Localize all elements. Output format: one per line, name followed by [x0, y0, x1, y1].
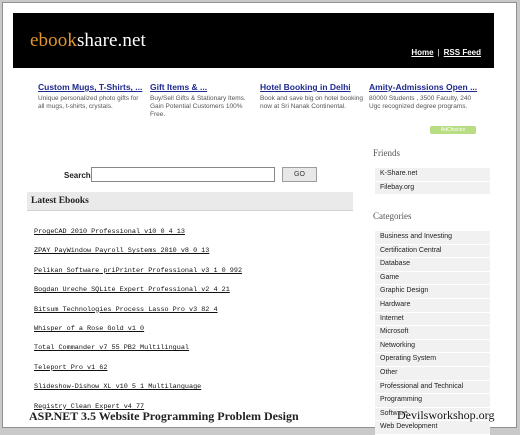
category-link[interactable]: Game — [375, 271, 490, 286]
ad-title-link[interactable]: Custom Mugs, T-Shirts, ... — [38, 82, 146, 92]
categories-list: Business and Investing Certification Cen… — [375, 231, 490, 435]
watermark-text: Devilsworkshop.org — [397, 408, 495, 422]
category-link[interactable]: Professional and Technical — [375, 380, 490, 395]
ebook-link[interactable]: Pelikan Software priPrinter Professional… — [34, 267, 354, 286]
nav-home-link[interactable]: Home — [411, 48, 433, 57]
featured-post-title[interactable]: ASP.NET 3.5 Website Programming Problem … — [29, 409, 299, 424]
ebook-link[interactable]: Bitsum Technologies Process Lasso Pro v3… — [34, 306, 354, 325]
ad-item: Custom Mugs, T-Shirts, ... Unique person… — [38, 82, 146, 111]
ad-item: Hotel Booking in Delhi Book and save big… — [260, 82, 368, 111]
friend-link[interactable]: Filebay.org — [375, 181, 490, 196]
search-label: Search: — [64, 171, 94, 180]
category-link[interactable]: Business and Investing — [375, 231, 490, 245]
top-nav: Home | RSS Feed — [411, 48, 481, 57]
nav-separator: | — [437, 48, 440, 57]
category-link[interactable]: Microsoft — [375, 326, 490, 340]
friend-link[interactable]: K-Share.net — [375, 168, 490, 182]
nav-rss-link[interactable]: RSS Feed — [444, 48, 481, 57]
ebook-link[interactable]: Bogdan Ureche SQLite Expert Professional… — [34, 286, 354, 305]
friends-list: K-Share.net Filebay.org — [375, 168, 490, 196]
ebook-link[interactable]: ZPAY PayWindow Payroll Systems 2010 v8 0… — [34, 247, 354, 266]
ad-block: Custom Mugs, T-Shirts, ... Unique person… — [38, 82, 478, 122]
ad-title-link[interactable]: Gift Items & ... — [150, 82, 258, 92]
adchoices-badge[interactable]: AdChoices — [430, 126, 476, 134]
ebook-link[interactable]: Whisper of a Rose Gold v1 0 — [34, 325, 354, 344]
categories-heading: Categories — [373, 211, 412, 221]
site-header: ebookshare.net Home | RSS Feed — [13, 13, 494, 68]
category-link[interactable]: Certification Central — [375, 244, 490, 259]
ad-description: Buy/Sell Gifts & Stationary Items. Gain … — [150, 95, 246, 118]
category-link[interactable]: Internet — [375, 312, 490, 327]
ad-description: 80000 Students , 3500 Faculty, 240 Ugc r… — [369, 95, 472, 110]
category-link[interactable]: Networking — [375, 339, 490, 354]
ad-title-link[interactable]: Hotel Booking in Delhi — [260, 82, 368, 92]
ebook-link[interactable]: Slideshow-Dishow XL v10 5 1 Multilanguag… — [34, 383, 354, 402]
category-link[interactable]: Other — [375, 366, 490, 381]
category-link[interactable]: Hardware — [375, 298, 490, 313]
friends-heading: Friends — [373, 148, 400, 158]
ad-item: Gift Items & ... Buy/Sell Gifts & Statio… — [150, 82, 258, 119]
search-go-button[interactable]: GO — [282, 167, 317, 182]
category-link[interactable]: Operating System — [375, 353, 490, 367]
category-link[interactable]: Web Development — [375, 421, 490, 435]
category-link[interactable]: Graphic Design — [375, 285, 490, 299]
ad-description: Unique personalized photo gifts for all … — [38, 95, 139, 110]
ebook-list: ProgeCAD 2010 Professional v10 0 4 13 ZP… — [34, 228, 354, 422]
ebook-link[interactable]: Teleport Pro v1 62 — [34, 364, 354, 383]
ad-description: Book and save big on hotel booking now a… — [260, 95, 363, 110]
ad-title-link[interactable]: Amity-Admissions Open ... — [369, 82, 477, 92]
latest-ebooks-heading: Latest Ebooks — [31, 196, 89, 206]
ad-item: Amity-Admissions Open ... 80000 Students… — [369, 82, 477, 111]
search-input[interactable] — [91, 167, 275, 182]
category-link[interactable]: Programming — [375, 394, 490, 408]
latest-ebooks-header: Latest Ebooks — [27, 192, 353, 211]
category-link[interactable]: Database — [375, 258, 490, 272]
ebook-link[interactable]: Total Commander v7 55 PB2 Multilingual — [34, 344, 354, 363]
ebook-link[interactable]: ProgeCAD 2010 Professional v10 0 4 13 — [34, 228, 354, 247]
site-logo[interactable]: ebookshare.net — [30, 30, 146, 52]
